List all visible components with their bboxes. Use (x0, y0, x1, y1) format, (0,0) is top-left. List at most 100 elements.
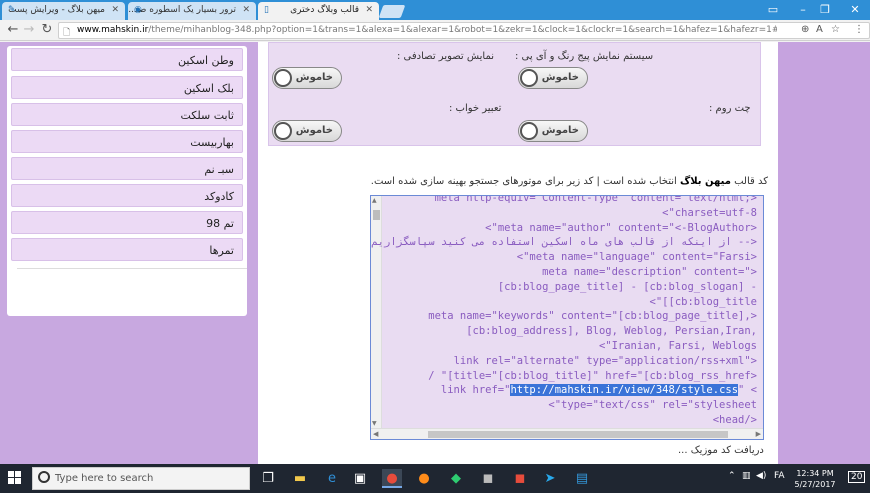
url-path: /theme/mihanblog-348.php?option=1&trans=… (148, 25, 777, 35)
web-page: وطن اسکین بلک اسکین ثابت سلکت بهاربیست س… (0, 42, 870, 464)
sidebar-item-label: وطن اسکین (178, 54, 234, 67)
scroll-up-icon[interactable]: ▲ (372, 197, 377, 204)
code-line: meta name="description" content="> (542, 266, 757, 278)
app-icon[interactable]: ◼ (510, 469, 530, 488)
toggle-switch[interactable]: خاموش (272, 120, 342, 142)
chrome-icon[interactable]: ● (382, 469, 402, 488)
music-code-heading: دریافت کد موزیک ... (678, 445, 764, 456)
tab-strip: ✎ میهن بلاگ - ویرایش پست ✕ ◉ ترور بسیار … (0, 0, 870, 20)
sidebar-item[interactable]: تم 98 (11, 211, 243, 234)
clock-date: 5/27/2017 (794, 480, 836, 489)
taskbar-search-input[interactable]: Type here to search (32, 467, 250, 490)
intro-prefix: کد قالب (734, 176, 768, 187)
scroll-thumb[interactable] (373, 210, 380, 220)
toggle-state: خاموش (295, 72, 333, 83)
intro-text: کد قالب میهن بلاگ انتخاب شده است | کد زی… (308, 176, 768, 187)
tab-news[interactable]: ◉ ترور بسیار یک اسطوره صد... ✕ (128, 2, 256, 20)
sidebar-item[interactable]: ثابت سلکت (11, 103, 243, 126)
firefox-icon[interactable]: ● (414, 469, 434, 488)
sidebar-item-label: بلک اسکین (183, 82, 234, 95)
code-line: <!-- از اینکه از قالب های ماه اسکین استف… (371, 236, 757, 249)
network-icon[interactable]: ▥ (742, 471, 751, 481)
reload-button[interactable]: ↻ (38, 22, 56, 38)
forward-button[interactable]: → (20, 22, 38, 38)
toggle-switch[interactable]: خاموش (518, 67, 588, 89)
scroll-thumb[interactable] (428, 431, 728, 438)
translate-icon[interactable]: A (816, 24, 823, 35)
tab-theme-active[interactable]: ▯ قالب وبلاگ دختری ✕ (258, 2, 379, 20)
code-line: meta http-equiv="Content-Type" content="… (434, 195, 757, 204)
scroll-right-icon[interactable]: ▶ (756, 430, 761, 438)
zoom-icon[interactable]: ⊕ (801, 24, 809, 35)
sidebar-item[interactable]: تمرها (11, 238, 243, 261)
code-line: <"meta name="language" content="Farsi> (516, 251, 757, 264)
toggle-switch[interactable]: خاموش (518, 120, 588, 142)
telegram-icon[interactable]: ➤ (540, 469, 560, 488)
user-icon[interactable]: ▭ (760, 2, 786, 18)
edge-icon[interactable]: e (322, 469, 342, 488)
sidebar-item[interactable]: بلک اسکین (11, 76, 243, 99)
code-line: <"charset=utf-8 (662, 206, 757, 219)
clock[interactable]: 12:34 PM 5/27/2017 (788, 468, 842, 490)
windows-start-icon[interactable] (8, 471, 22, 485)
code-line: link href="http://mahskin.ir/view/348/st… (440, 384, 757, 397)
scroll-left-icon[interactable]: ◀ (373, 430, 378, 438)
sidebar-item-label: سبـ نم (204, 163, 234, 176)
sidebar-item[interactable]: کادوکد (11, 184, 243, 207)
code-line: <"[[cb:blog_title (649, 295, 757, 308)
code-line: [cb:blog_address], Blog, Weblog, Persian… (466, 325, 757, 338)
option-label: چت روم : (709, 103, 751, 114)
theme-name: میهن بلاگ (679, 176, 731, 187)
notification-badge[interactable]: 20 (848, 471, 866, 483)
file-explorer-icon[interactable]: ▬ (290, 469, 310, 488)
horizontal-scrollbar[interactable]: ◀ ▶ (371, 428, 763, 439)
code-textarea[interactable]: ▲ ▼ meta http-equiv="Content-Type" conte… (370, 195, 764, 440)
sidebar-item-label: ثابت سلکت (180, 109, 234, 122)
vertical-scrollbar[interactable]: ▲ ▼ (371, 196, 382, 428)
close-tab-icon[interactable]: ✕ (242, 5, 250, 15)
option-label: سیستم نمایش پیج رنگ و آی پی : (515, 51, 654, 62)
tab-mihanblog-edit[interactable]: ✎ میهن بلاگ - ویرایش پست ✕ (2, 2, 125, 20)
url-host: www.mahskin.ir (77, 25, 149, 35)
sidebar-item[interactable]: سبـ نم (11, 157, 243, 180)
task-view-icon[interactable]: ❐ (258, 469, 278, 488)
toggle-knob (274, 69, 292, 87)
sidebar-item[interactable]: بهاربیست (11, 130, 243, 153)
toggle-switch[interactable]: خاموش (272, 67, 342, 89)
code-line: <head/> (712, 414, 757, 426)
maximize-button[interactable]: ❐ (812, 2, 838, 18)
bookmark-star-icon[interactable]: ☆ (831, 24, 840, 35)
cortana-icon (38, 471, 50, 483)
code-line: <"type="text/css" rel="stylesheet (548, 399, 757, 412)
app-icon[interactable]: ▤ (572, 469, 592, 488)
menu-icon[interactable]: ⋮ (854, 24, 864, 35)
app-icon[interactable]: ◆ (446, 469, 466, 488)
options-panel: سیستم نمایش پیج رنگ و آی پی : نمایش تصوی… (268, 42, 761, 146)
main-content: سیستم نمایش پیج رنگ و آی پی : نمایش تصوی… (258, 42, 778, 464)
close-tab-icon[interactable]: ✕ (365, 5, 373, 15)
tray-up-icon[interactable]: ⌃ (728, 471, 736, 481)
code-line: [cb:blog_page_title] - [cb:blog_slogan] … (497, 280, 757, 293)
tab-title: قالب وبلاگ دختری (290, 5, 359, 15)
sidebar-menu: وطن اسکین بلک اسکین ثابت سلکت بهاربیست س… (7, 46, 247, 316)
sidebar-item-label: تم 98 (206, 217, 234, 230)
sidebar-item[interactable]: وطن اسکین (11, 48, 243, 71)
volume-icon[interactable]: ◀) (756, 471, 766, 481)
code-line: link rel="alternate" type="application/r… (453, 354, 757, 367)
language-indicator[interactable]: FA (774, 471, 785, 481)
sidebar-item-label: بهاربیست (190, 136, 234, 149)
sidebar-item-label: تمرها (209, 244, 234, 257)
close-tab-icon[interactable]: ✕ (111, 5, 119, 15)
toggle-state: خاموش (295, 125, 333, 136)
new-tab-button[interactable] (378, 5, 406, 18)
news-favicon-icon: ◉ (134, 5, 142, 15)
url-input[interactable]: 🗋 www.mahskin.ir/theme/mihanblog-348.php… (58, 22, 870, 39)
store-icon[interactable]: ▣ (350, 469, 370, 488)
toggle-knob (274, 122, 292, 140)
toggle-knob (520, 122, 538, 140)
close-window-button[interactable]: ✕ (842, 2, 868, 18)
app-icon[interactable]: ◼ (478, 469, 498, 488)
scroll-down-icon[interactable]: ▼ (372, 420, 377, 427)
code-line: / "[title="[cb:blog_title]" href="[cb:bl… (428, 369, 757, 382)
page-info-icon[interactable]: 🗋 (63, 25, 70, 41)
